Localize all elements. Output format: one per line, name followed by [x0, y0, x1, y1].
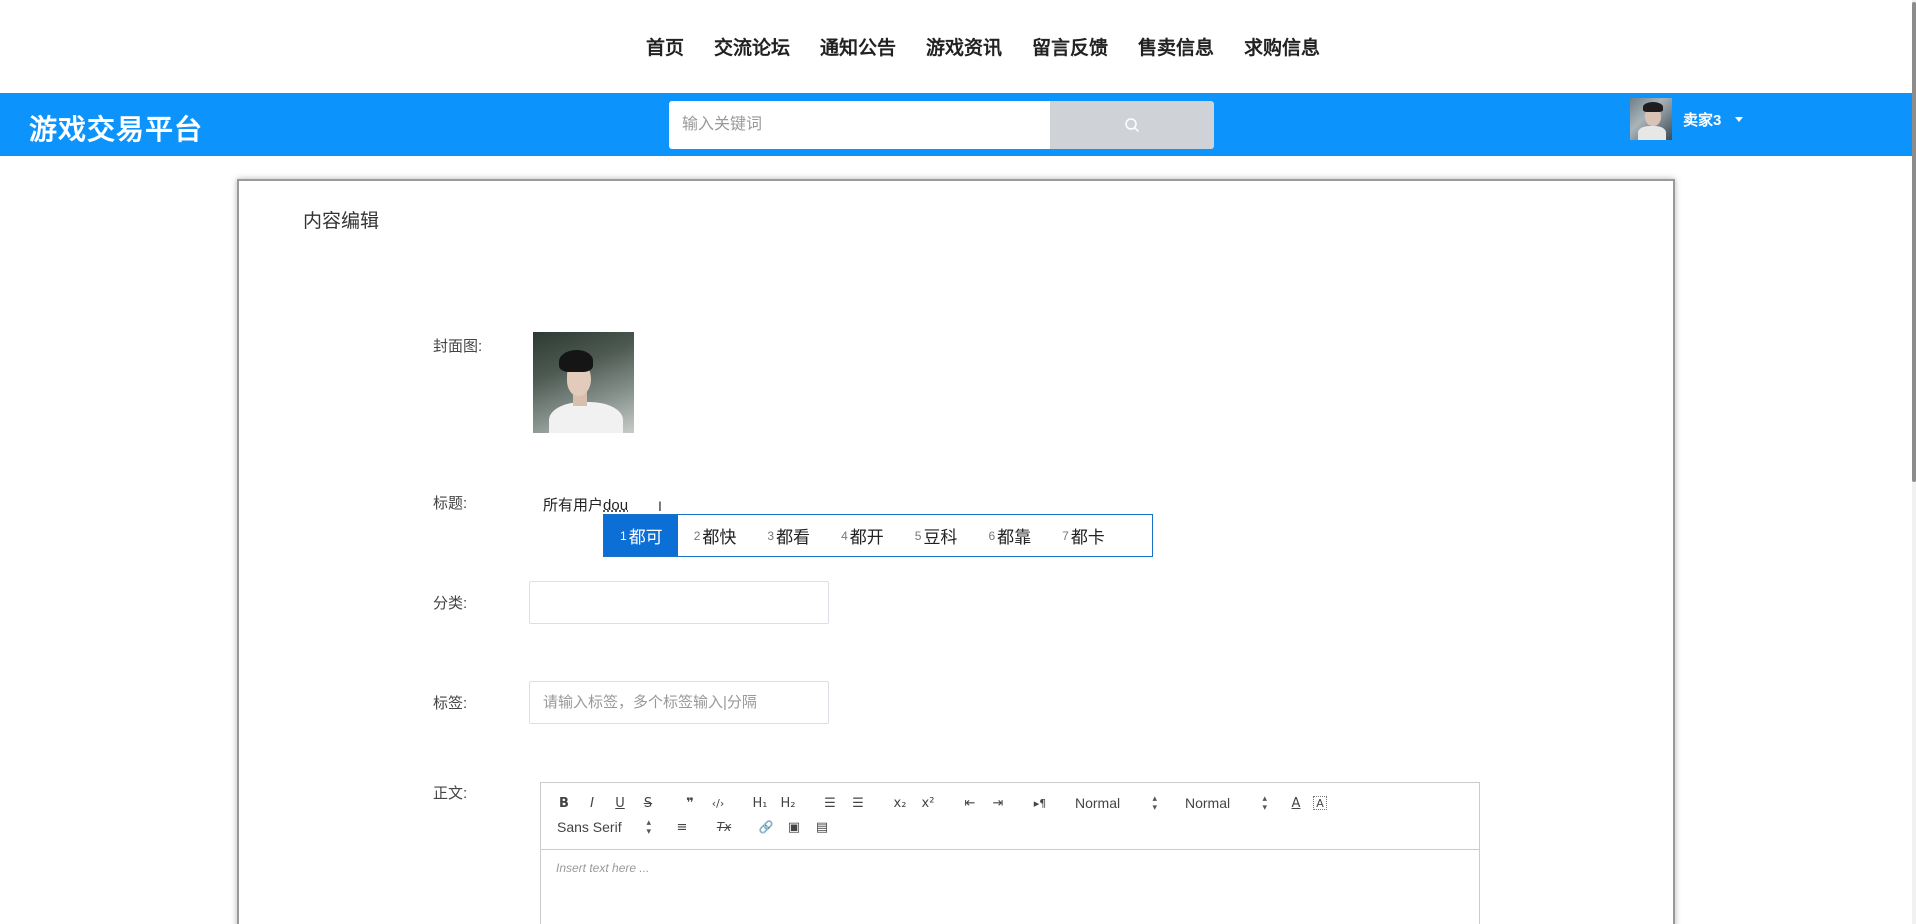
nav-game-news[interactable]: 游戏资讯	[926, 33, 1002, 60]
text-direction-button[interactable]: ▸¶	[1029, 793, 1051, 813]
editor-content[interactable]: Insert text here ...	[541, 850, 1479, 886]
h1-button[interactable]: H₁	[749, 793, 771, 813]
size-select-value: Normal	[1075, 795, 1121, 811]
link-button[interactable]: 🔗	[755, 817, 777, 837]
title-label: 标题:	[433, 495, 468, 512]
select-arrows-icon: ▴ ▾	[1152, 793, 1157, 812]
search-icon	[1125, 118, 1140, 133]
search-input[interactable]	[669, 101, 1050, 149]
ime-candidate[interactable]: 6 都靠	[972, 515, 1046, 556]
username: 卖家3	[1683, 111, 1722, 129]
ordered-list-button[interactable]: ☰	[819, 793, 841, 813]
size-select[interactable]: Normal ▴ ▾	[1065, 793, 1167, 813]
select-arrows-icon: ▴ ▾	[1262, 793, 1267, 812]
search-box	[669, 101, 1214, 149]
cover-label: 封面图:	[433, 338, 483, 355]
video-button[interactable]: ▤	[811, 817, 833, 837]
select-arrows-icon: ▴ ▾	[646, 817, 651, 836]
page-title: 内容编辑	[303, 211, 380, 232]
clean-format-button[interactable]: Tx	[713, 817, 735, 837]
cover-image[interactable]	[533, 332, 634, 433]
tags-label: 标签:	[433, 695, 468, 712]
nav-feedback[interactable]: 留言反馈	[1032, 33, 1108, 60]
font-select[interactable]: Sans Serif ▴ ▾	[553, 817, 661, 837]
superscript-button[interactable]: x²	[917, 793, 939, 813]
user-menu[interactable]: 卖家3	[1630, 98, 1744, 140]
ime-candidate[interactable]: 3 都看	[751, 515, 825, 556]
tags-field[interactable]	[529, 681, 829, 724]
ime-candidate[interactable]: 4 都开	[825, 515, 899, 556]
ime-candidate[interactable]: 2 都快	[678, 515, 752, 556]
content-edit-card: 内容编辑 封面图: 标题: 所有用户dou I 分类: 标签: 正文: B I …	[237, 179, 1675, 924]
rich-text-editor: B I U S ❞ ‹/› H₁ H₂ ☰ ☰ x₂ x² ⇤ ⇥ ▸¶ Nor…	[540, 782, 1480, 924]
search-button[interactable]	[1050, 101, 1214, 149]
scrollbar-thumb[interactable]	[1912, 2, 1916, 482]
nav-purchase-info[interactable]: 求购信息	[1244, 33, 1320, 60]
align-button[interactable]: ≡	[671, 817, 693, 837]
code-button[interactable]: ‹/›	[707, 793, 729, 813]
underline-button[interactable]: U	[609, 793, 631, 813]
editor-toolbar: B I U S ❞ ‹/› H₁ H₂ ☰ ☰ x₂ x² ⇤ ⇥ ▸¶ Nor…	[541, 783, 1479, 850]
indent-button[interactable]: ⇥	[987, 793, 1009, 813]
header-select-value: Normal	[1185, 795, 1231, 811]
image-button[interactable]: ▣	[783, 817, 805, 837]
ime-candidate[interactable]: 5 豆科	[899, 515, 973, 556]
strike-button[interactable]: S	[637, 793, 659, 813]
ime-candidate-bar: 1 都可 2 都快 3 都看 4 都开 5 豆科 6 都靠 7 都卡	[603, 514, 1153, 557]
font-select-value: Sans Serif	[557, 819, 622, 835]
title-value: 所有用户	[543, 497, 604, 514]
top-navigation: 首页 交流论坛 通知公告 游戏资讯 留言反馈 售卖信息 求购信息	[0, 0, 1916, 93]
title-input[interactable]: 所有用户dou	[543, 494, 628, 515]
page-scrollbar[interactable]	[1912, 0, 1916, 924]
chevron-down-icon	[1735, 116, 1744, 122]
nav-home[interactable]: 首页	[646, 33, 684, 60]
bullet-list-button[interactable]: ☰	[847, 793, 869, 813]
ime-candidate[interactable]: 1 都可	[604, 515, 678, 556]
text-cursor-icon: I	[658, 498, 662, 514]
bold-button[interactable]: B	[553, 793, 575, 813]
avatar	[1630, 98, 1672, 140]
blockquote-button[interactable]: ❞	[679, 793, 701, 813]
site-logo[interactable]: 游戏交易平台	[29, 108, 203, 148]
category-label: 分类:	[433, 595, 468, 612]
header-select[interactable]: Normal ▴ ▾	[1175, 793, 1277, 813]
outdent-button[interactable]: ⇤	[959, 793, 981, 813]
nav-forum[interactable]: 交流论坛	[714, 33, 790, 60]
ime-candidate[interactable]: 7 都卡	[1046, 515, 1120, 556]
font-color-button[interactable]: A	[1285, 793, 1307, 813]
title-composition: dou	[603, 497, 629, 514]
nav-sale-info[interactable]: 售卖信息	[1138, 33, 1214, 60]
body-label: 正文:	[433, 785, 468, 802]
nav-notice[interactable]: 通知公告	[820, 33, 896, 60]
italic-button[interactable]: I	[581, 793, 603, 813]
category-field[interactable]	[529, 581, 829, 624]
subscript-button[interactable]: x₂	[889, 793, 911, 813]
h2-button[interactable]: H₂	[777, 793, 799, 813]
background-color-button[interactable]: A	[1313, 796, 1327, 810]
header-bar: 游戏交易平台 卖家3	[0, 93, 1912, 156]
